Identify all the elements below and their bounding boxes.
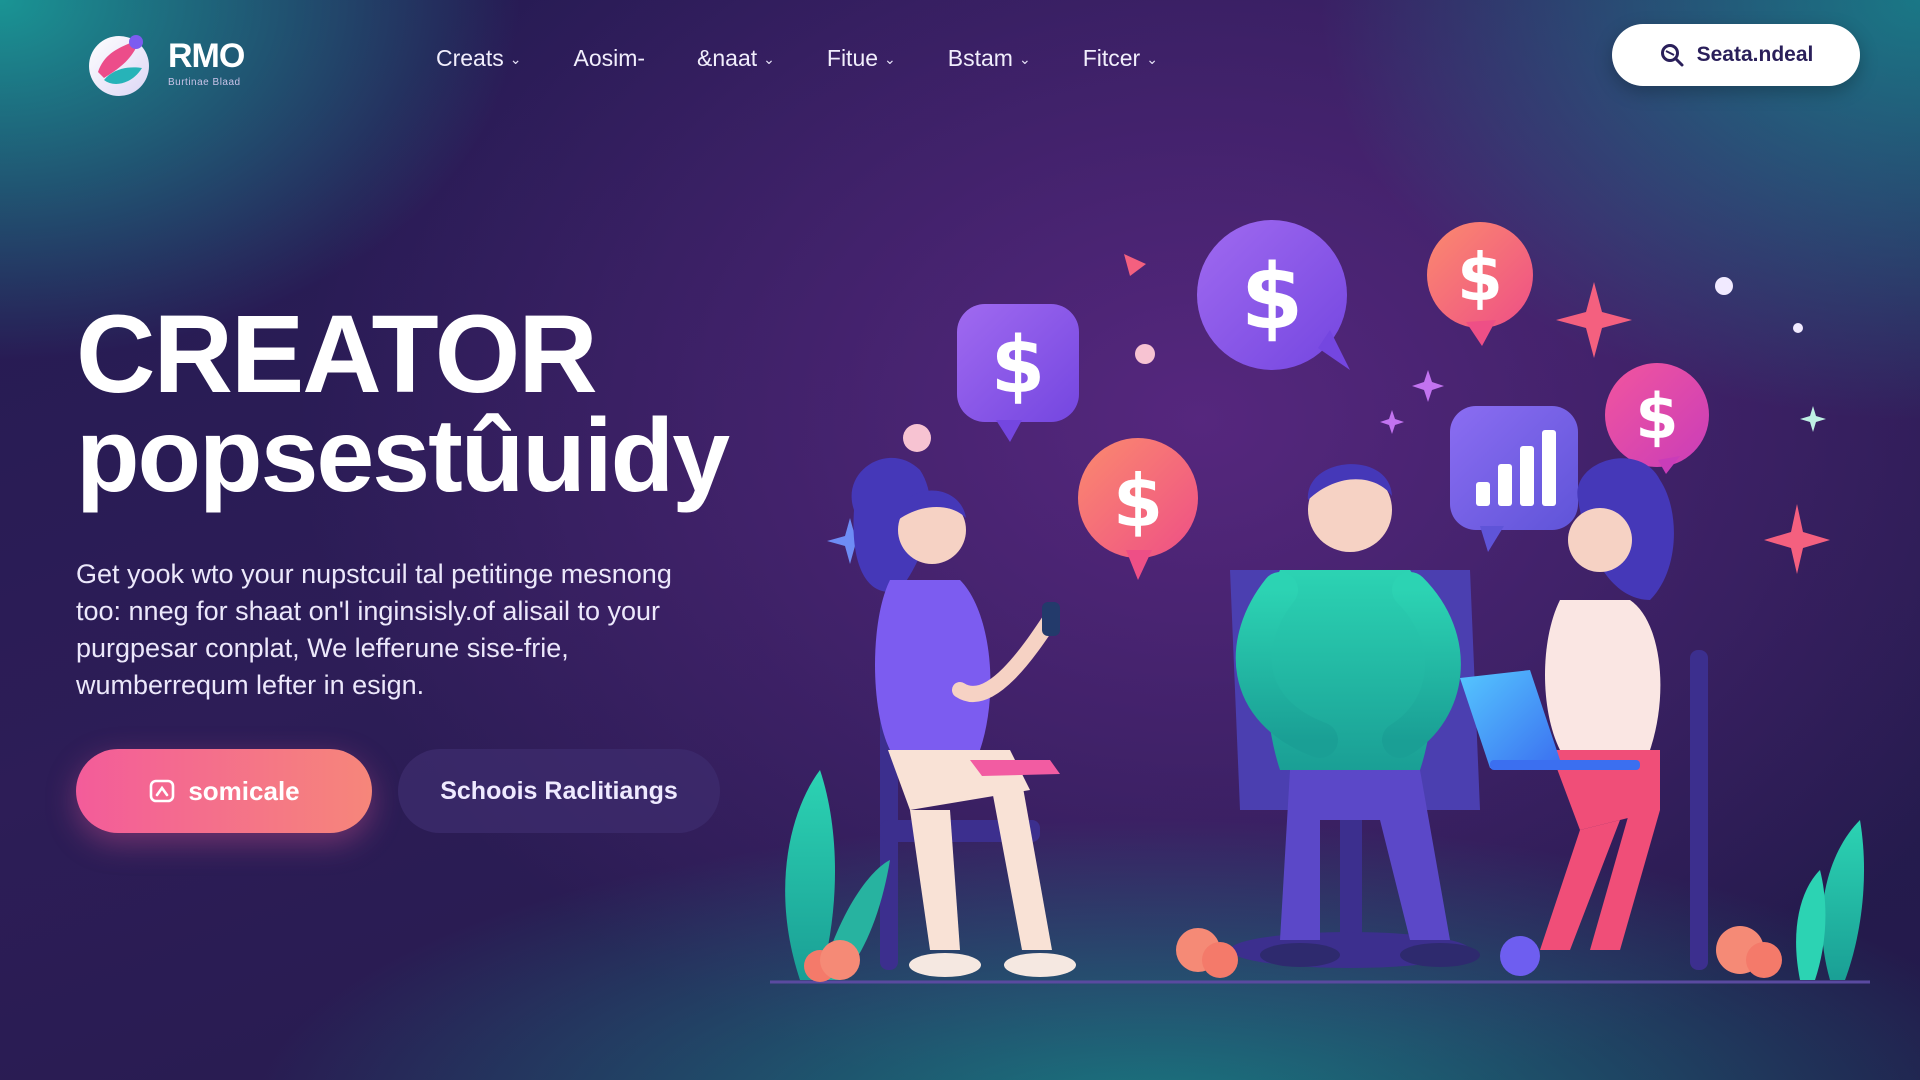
secondary-cta-button[interactable]: Schoois Raclitiangs (398, 749, 720, 833)
nav-item-label: Fitue (826, 44, 879, 71)
dollar-bubble-icon: $ (1078, 438, 1198, 580)
hero-illustration: $ $ $ $ $ (770, 220, 1870, 984)
brand-name: RMO (168, 36, 245, 75)
plant-right (1796, 820, 1865, 980)
chevron-down-icon: ⌄ (509, 50, 522, 67)
nav-item-bstam[interactable]: Bstam ⌄ (948, 40, 1031, 76)
brand-logo[interactable]: RMO Burtinae Blaad (84, 28, 245, 98)
hero-title: Creator popsestûuidy (76, 293, 730, 514)
bar-chart-bubble-icon (1450, 406, 1578, 552)
dollar-bubble-icon: $ (1197, 220, 1350, 370)
svg-text:$: $ (1457, 239, 1503, 316)
person-woman-with-tablet (851, 457, 1076, 977)
dollar-bubble-icon: $ (1427, 222, 1533, 346)
rocket-icon (150, 779, 175, 803)
nav-item-fitcer[interactable]: Fitcer ⌄ (1083, 40, 1158, 76)
dollar-bubble-icon: $ (1605, 363, 1709, 474)
brand-logo-icon (89, 35, 149, 96)
nav-item-label: Fitcer (1082, 44, 1141, 71)
nav-item-label: Creats (436, 44, 504, 71)
nav-item-label: &naat (697, 44, 758, 71)
secondary-cta-label: Schoois Raclitiangs (440, 776, 678, 805)
nav-item-naat[interactable]: &naat ⌄ (697, 40, 775, 76)
dollar-bubble-icon: $ (957, 304, 1079, 442)
nav-item-label: Aosim- (573, 44, 646, 71)
hero-title-line2: popsestûuidy (76, 398, 730, 514)
svg-text:$: $ (991, 321, 1045, 411)
search-icon (1660, 44, 1684, 67)
primary-cta-button[interactable]: somicale (76, 749, 372, 833)
svg-text:$: $ (1113, 459, 1163, 543)
chevron-down-icon: ⌄ (884, 50, 896, 67)
nav-item-fitue[interactable]: Fitue ⌄ (827, 40, 896, 76)
person-man-seated (1230, 464, 1480, 968)
chevron-down-icon: ⌄ (1146, 50, 1158, 67)
nav-item-aosim[interactable]: Aosim- (573, 40, 645, 76)
svg-text:$: $ (1241, 245, 1304, 350)
main-nav: Creats ⌄ Aosim- &naat ⌄ Fitue ⌄ Bstam ⌄ … (436, 40, 1210, 76)
chevron-down-icon: ⌄ (1018, 50, 1031, 67)
brand-tagline: Burtinae Blaad (168, 76, 241, 88)
svg-text:$: $ (1635, 380, 1678, 453)
header-cta-button[interactable]: Seata.ndeal (1612, 24, 1860, 86)
primary-cta-label: somicale (188, 775, 300, 806)
hero-description: Get yook wto your nupstcuil tal petiting… (76, 559, 672, 700)
hero-title-line1: Creator (76, 293, 598, 416)
chevron-down-icon: ⌄ (763, 50, 775, 67)
nav-item-creats[interactable]: Creats ⌄ (436, 40, 521, 76)
nav-item-label: Bstam (947, 44, 1013, 71)
header-cta-label: Seata.ndeal (1696, 43, 1814, 66)
